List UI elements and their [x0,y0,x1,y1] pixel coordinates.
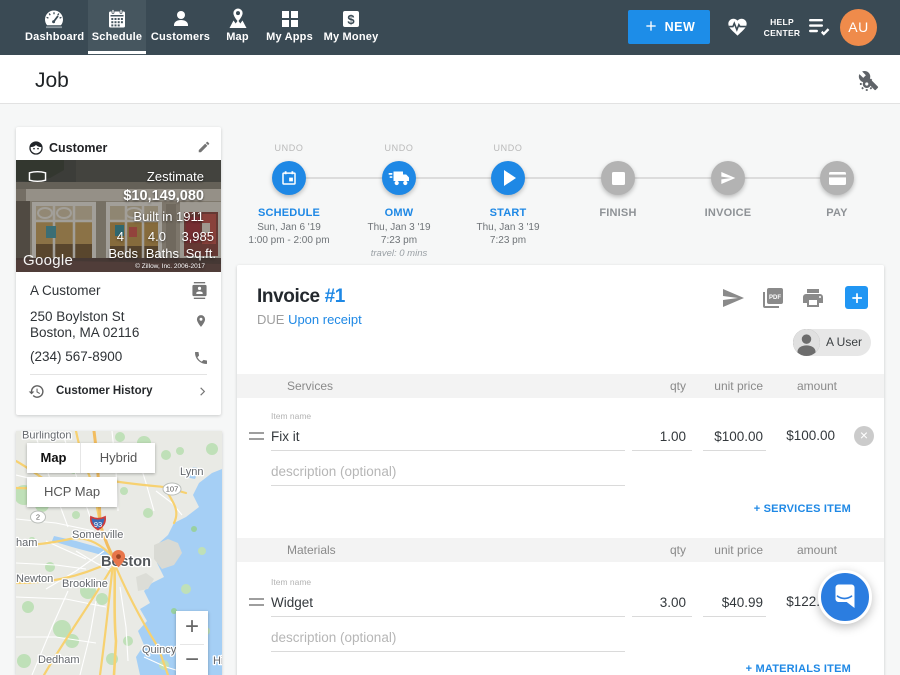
svg-text:ham: ham [16,537,37,549]
svg-text:Boston: Boston [101,554,151,570]
svg-text:2: 2 [36,513,40,522]
svg-text:Somerville: Somerville [72,529,123,541]
svg-text:Dedham: Dedham [38,654,80,666]
svg-text:Newton: Newton [16,573,53,585]
svg-text:PDF: PDF [769,295,781,301]
svg-text:93: 93 [94,520,102,529]
svg-text:Hi: Hi [213,655,222,667]
svg-text:$: $ [347,12,355,27]
svg-text:Brookline: Brookline [62,578,108,590]
svg-text:Lynn: Lynn [180,466,203,478]
svg-text:Quincy: Quincy [142,644,177,656]
svg-text:Burlington: Burlington [22,431,72,442]
svg-text:107: 107 [166,485,179,494]
